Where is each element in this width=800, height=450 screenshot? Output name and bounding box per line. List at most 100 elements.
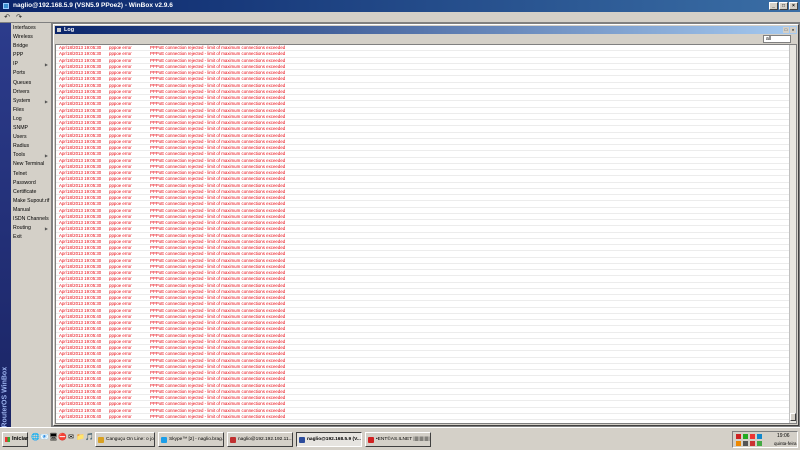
quicklaunch-icon[interactable]: 📁: [76, 434, 85, 442]
sidebar-item-users[interactable]: Users: [0, 133, 51, 142]
sidebar-item-ip[interactable]: IP ▶: [0, 60, 51, 69]
sidebar-item-label: ISDN Channels: [13, 215, 49, 222]
sidebar-item-label: Drivers: [13, 88, 30, 95]
sidebar-item-snmp[interactable]: SNMP: [0, 124, 51, 133]
quicklaunch-icon[interactable]: 🌐: [31, 434, 40, 442]
sidebar-item-ppp[interactable]: PPP: [0, 51, 51, 60]
sidebar: RouterOS WinBox Interfaces Wireless Bridge…: [0, 23, 52, 428]
sidebar-item-label: PPP: [13, 52, 24, 59]
sidebar-item-label: Interfaces: [13, 25, 36, 31]
sidebar-item-system[interactable]: System ▶: [0, 97, 51, 106]
undo-icon[interactable]: ↶: [3, 14, 11, 21]
sidebar-item-label: Log: [13, 115, 22, 122]
sidebar-item-queues[interactable]: Queues: [0, 79, 51, 88]
submenu-arrow-icon: ▶: [44, 98, 48, 104]
sidebar-item-manual[interactable]: Manual: [0, 206, 51, 215]
sidebar-item-ports[interactable]: Ports: [0, 69, 51, 78]
tray-update-icon[interactable]: [736, 441, 741, 446]
sidebar-item-label: Users: [13, 134, 27, 141]
winbox-app-icon: [3, 3, 9, 9]
tray-skype-icon[interactable]: [757, 434, 762, 439]
sidebar-item-exit[interactable]: Exit: [0, 233, 51, 242]
sidebar-item-log[interactable]: Log: [0, 115, 51, 124]
log-scrollbar[interactable]: [789, 45, 796, 423]
log-toolbar: [55, 34, 797, 44]
sidebar-item-label: Wireless: [13, 34, 33, 41]
log-window: Log □ × Apr/18/2013 19:05:30pppoe errorP…: [53, 24, 799, 426]
sidebar-item-wireless[interactable]: Wireless: [0, 33, 51, 42]
tray-security-icon[interactable]: [736, 434, 741, 439]
task-app-icon: [161, 437, 167, 443]
start-button[interactable]: Iniciar: [2, 432, 28, 447]
sidebar-item-label: Ports: [13, 70, 26, 77]
clock-day: quinta-feira: [774, 441, 797, 446]
sidebar-item-isdn-channels[interactable]: ISDN Channels: [0, 215, 51, 224]
tray-app-icon[interactable]: [750, 441, 755, 446]
log-maximize-button[interactable]: □: [783, 27, 789, 33]
log-message: PPPoE connection rejected - limit of max…: [150, 413, 286, 419]
task-app-icon: [368, 437, 374, 443]
workspace: Log □ × Apr/18/2013 19:05:30pppoe errorP…: [52, 23, 800, 427]
log-window-icon: [57, 28, 61, 32]
taskbar-task-button[interactable]: Canguçu On Line: o jorn...: [95, 432, 155, 447]
task-label: Skype™ [2] - naglio.brag...: [169, 437, 224, 442]
log-close-button[interactable]: ×: [790, 27, 796, 33]
quicklaunch-icon[interactable]: 🖥: [49, 434, 58, 442]
sidebar-item-label: Make Supout.rif: [13, 197, 50, 204]
sidebar-item-bridge[interactable]: Bridge: [0, 42, 51, 51]
sidebar-item-new-terminal[interactable]: New Terminal: [0, 160, 51, 169]
sidebar-item-label: Tools: [13, 152, 26, 159]
log-row[interactable]: Apr/18/2013 19:05:40 pppoe error PPPoE con…: [56, 414, 790, 420]
redo-icon[interactable]: ↷: [15, 14, 23, 21]
log-time: Apr/18/2013 19:05:40: [59, 413, 102, 419]
taskbar-task-button[interactable]: •ENT©AS.ILNET ||||||||||||||...: [365, 432, 431, 447]
task-app-icon: [230, 437, 236, 443]
sidebar-item-tools[interactable]: Tools ▶: [0, 151, 51, 160]
sidebar-item-make-supout-rif[interactable]: Make Supout.rif: [0, 197, 51, 206]
task-label: naglio@192.168.5.9 (V...: [307, 437, 361, 442]
quicklaunch-icon[interactable]: ✉: [67, 434, 75, 442]
log-window-titlebar[interactable]: Log □ ×: [55, 26, 797, 34]
task-label: •ENT©AS.ILNET ||||||||||||||...: [376, 437, 431, 442]
sidebar-item-label: Telnet: [13, 170, 27, 177]
taskbar-task-button[interactable]: naglio@192.168.5.9 (V...: [296, 432, 362, 447]
sidebar-item-interfaces[interactable]: Interfaces: [0, 24, 51, 33]
tray-alert-icon[interactable]: [750, 434, 755, 439]
close-button[interactable]: ×: [789, 2, 798, 10]
sidebar-item-files[interactable]: Files: [0, 106, 51, 115]
sidebar-item-radius[interactable]: Radius: [0, 142, 51, 151]
sidebar-item-label: Password: [13, 179, 36, 186]
main-toolbar: ↶ ↷: [0, 12, 800, 23]
log-rows: Apr/18/2013 19:05:30 pppoe error PPPoE con…: [56, 45, 790, 420]
sidebar-item-label: Radius: [13, 143, 30, 150]
tray-network-icon[interactable]: [743, 434, 748, 439]
quicklaunch-icon[interactable]: ⛔: [58, 434, 67, 442]
taskbar-task-button[interactable]: Skype™ [2] - naglio.brag...: [158, 432, 224, 447]
sidebar-item-drivers[interactable]: Drivers: [0, 88, 51, 97]
task-label: naglio@192.192.192.11...: [238, 437, 293, 442]
minimize-button[interactable]: _: [769, 2, 778, 10]
clock-time[interactable]: 19:06: [777, 433, 790, 439]
submenu-arrow-icon: ▶: [44, 153, 48, 159]
taskbar-task-button[interactable]: naglio@192.192.192.11...: [227, 432, 293, 447]
log-filter-input[interactable]: [763, 35, 791, 43]
taskbar: Iniciar 🌐📧🖥⛔✉📁🎵 Canguçu On Line: o jorn.…: [0, 427, 800, 450]
quicklaunch-icon[interactable]: 📧: [40, 434, 49, 442]
brand-label: RouterOS WinBox: [1, 366, 9, 428]
sidebar-item-password[interactable]: Password: [0, 179, 51, 188]
system-tray: 19:06 quinta-feira: [732, 431, 798, 448]
quicklaunch-icon[interactable]: 🎵: [85, 434, 94, 442]
maximize-button[interactable]: □: [779, 2, 788, 10]
sidebar-item-label: Bridge: [13, 43, 28, 50]
sidebar-item-certificate[interactable]: Certificate: [0, 188, 51, 197]
tray-volume-icon[interactable]: [743, 441, 748, 446]
sidebar-item-routing[interactable]: Routing ▶: [0, 224, 51, 233]
window-title: naglio@192.168.5.9 (VSN5.9 PPoe2) - WinB…: [13, 2, 173, 9]
tray-antivirus-icon[interactable]: [757, 441, 762, 446]
log-table: Apr/18/2013 19:05:30 pppoe error PPPoE con…: [55, 44, 797, 424]
submenu-arrow-icon: ▶: [44, 62, 48, 68]
sidebar-item-telnet[interactable]: Telnet: [0, 170, 51, 179]
scrollbar-thumb[interactable]: [790, 413, 796, 421]
sidebar-item-label: Queues: [13, 79, 32, 86]
submenu-arrow-icon: ▶: [44, 226, 48, 232]
